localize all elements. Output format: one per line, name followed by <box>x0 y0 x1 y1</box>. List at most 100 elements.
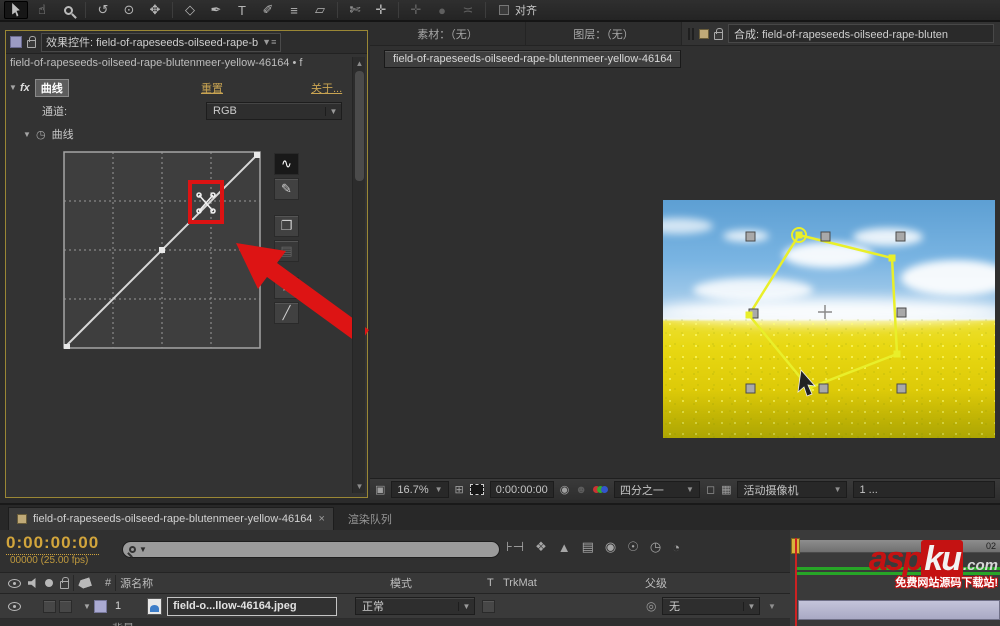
layer-row[interactable]: ▼ 1 field-o...llow-46164.jpeg 正常 ▼ ◎ 无 ▼… <box>0 594 790 619</box>
fx-badge[interactable]: fx <box>20 82 30 94</box>
puppet-pin-tool-button[interactable]: ✛ <box>369 1 393 19</box>
smooth-curve-button[interactable]: ≈ <box>274 277 299 299</box>
roto-brush-tool-button[interactable]: ✄ <box>343 1 367 19</box>
safe-zones-icon[interactable]: ⊞ <box>455 483 464 496</box>
selection-tool-button[interactable] <box>4 1 28 19</box>
effect-header-row: ▼ fx 曲线 重置 关于... <box>6 77 354 98</box>
pencil-tool-button[interactable]: ✎ <box>274 178 299 200</box>
scroll-down-icon[interactable]: ▼ <box>353 482 366 491</box>
lock-icon[interactable] <box>27 36 36 48</box>
mask-shape-tool-button[interactable]: ◇ <box>178 1 202 19</box>
close-icon[interactable]: × <box>318 513 324 525</box>
reset-line-button[interactable]: ╱ <box>274 302 299 324</box>
snapshot-camera-icon[interactable]: ◉ <box>560 483 570 496</box>
lock-icon[interactable] <box>714 27 723 40</box>
trkmat-column-label[interactable]: TrkMat <box>503 577 537 589</box>
comp-name-button[interactable]: field-of-rapeseeds-oilseed-rape-blutenme… <box>384 50 682 68</box>
twirl-down-icon[interactable]: ▼ <box>6 83 20 92</box>
curve-point-black[interactable] <box>64 344 70 349</box>
layer-duration-bar[interactable] <box>798 600 1000 620</box>
curve-draw-tool-button[interactable]: ∿ <box>274 153 299 175</box>
viewer-timecode[interactable]: 0:00:00:00 <box>489 481 554 498</box>
blend-mode-dropdown[interactable]: 正常 ▼ <box>355 597 475 615</box>
tab-footage[interactable]: 素材：（无） <box>370 22 526 45</box>
channel-dropdown[interactable]: RGB ▼ <box>206 102 342 120</box>
magnification-dropdown[interactable]: 16.7% ▼ <box>391 481 449 498</box>
brush-tool-button[interactable]: ✐ <box>256 1 280 19</box>
reset-link[interactable]: 重置 <box>201 80 223 96</box>
layer-source-name[interactable]: field-o...llow-46164.jpeg <box>167 596 338 616</box>
index-column-label: # <box>105 577 112 589</box>
type-tool-button[interactable]: T <box>230 1 254 19</box>
layer-index: 1 <box>115 600 122 612</box>
graph-editor-icon[interactable]: ◔ <box>672 540 680 555</box>
clone-stamp-tool-button[interactable]: ≡ <box>282 1 306 19</box>
layer-visibility-eye-icon[interactable] <box>8 601 21 611</box>
transparency-grid-icon[interactable]: ▦ <box>721 483 731 496</box>
trkmat-toggle[interactable] <box>482 599 495 613</box>
rotation-tool-button[interactable]: ↺ <box>91 1 115 19</box>
mask-vertices[interactable] <box>745 227 901 392</box>
mode-column-label[interactable]: 模式 <box>390 575 412 591</box>
brainstorm-icon[interactable]: ☉ <box>627 539 639 555</box>
curve-point-mid[interactable] <box>159 247 165 253</box>
eraser-tool-button[interactable]: ▱ <box>308 1 332 19</box>
current-timecode[interactable]: 0:00:00:00 <box>6 533 100 555</box>
workspace-icon-c: ≍ <box>462 2 474 17</box>
audio-toggle[interactable] <box>43 599 56 613</box>
comp-flowchart-icon[interactable]: ⊦⊣ <box>506 539 524 555</box>
rapeseed-field-image[interactable] <box>663 200 995 438</box>
stopwatch-icon[interactable]: ◷ <box>36 128 46 141</box>
pen-tool-button[interactable]: ✒ <box>204 1 228 19</box>
current-time-indicator-line[interactable] <box>795 538 797 626</box>
layer-twirl-icon[interactable]: ▼ <box>80 602 94 611</box>
align-checkbox[interactable] <box>499 5 509 15</box>
camera-view-dropdown[interactable]: 活动摄像机 ▼ <box>737 481 848 498</box>
region-of-interest-icon[interactable] <box>469 484 484 495</box>
view-layout-dropdown[interactable]: 1 ... <box>853 481 995 498</box>
curve-point-white[interactable] <box>254 152 260 158</box>
zoom-tool-button[interactable] <box>56 1 80 19</box>
auto-keyframe-icon[interactable]: ◷ <box>650 539 661 555</box>
effect-controls-tab[interactable]: 效果控件: field-of-rapeseeds-oilseed-rape-b … <box>41 32 282 52</box>
resolution-widget-icon[interactable]: ▣ <box>375 483 385 496</box>
live-update-icon[interactable]: ❖ <box>535 539 547 555</box>
curves-graph[interactable] <box>63 151 261 349</box>
target-region-icon[interactable]: ◻ <box>706 483 715 496</box>
motion-blur-icon[interactable]: ◉ <box>605 539 616 555</box>
timeline-comp-tab[interactable]: field-of-rapeseeds-oilseed-rape-blutenme… <box>8 507 334 530</box>
parent-column-label[interactable]: 父级 <box>645 575 667 591</box>
parent-pickwhip-icon[interactable]: ◎ <box>646 599 656 613</box>
tab-layer[interactable]: 图层：（无） <box>526 22 682 45</box>
timeline-search-input[interactable]: ▼ <box>122 541 500 558</box>
scroll-up-icon[interactable]: ▲ <box>353 59 366 68</box>
tab-composition[interactable]: 合成: field-of-rapeseeds-oilseed-rape-blut… <box>728 24 994 43</box>
show-channel-icon[interactable] <box>592 486 608 493</box>
parent-dropdown[interactable]: 无 ▼ <box>662 597 760 615</box>
chevron-down-icon[interactable]: ▼ <box>768 602 776 611</box>
twirl-down-icon[interactable]: ▼ <box>20 130 34 139</box>
resolution-dropdown[interactable]: 四分之一 ▼ <box>613 481 700 498</box>
source-name-column-label[interactable]: 源名称 <box>120 575 153 591</box>
t-column-label[interactable]: T <box>487 577 494 589</box>
effect-name[interactable]: 曲线 <box>34 78 69 97</box>
composition-stage[interactable] <box>370 70 1000 478</box>
open-curve-button[interactable]: ❐ <box>274 215 299 237</box>
panel-grip-icon[interactable] <box>688 27 694 40</box>
solo-toggle[interactable] <box>59 599 72 613</box>
frame-blend-icon[interactable]: ▤ <box>582 539 594 555</box>
panel-menu-icon[interactable]: ▼≡ <box>262 37 276 47</box>
show-snapshot-icon[interactable]: ☻ <box>575 484 587 496</box>
save-curve-button[interactable]: ▤ <box>274 240 299 262</box>
camera-tool-button[interactable]: ⊙ <box>117 1 141 19</box>
scrollbar-thumb[interactable] <box>355 71 364 181</box>
about-link[interactable]: 关于... <box>311 80 342 96</box>
draft-3d-icon[interactable]: ▲ <box>558 540 571 555</box>
pan-behind-tool-button[interactable]: ✥ <box>143 1 167 19</box>
anchor-point-icon <box>818 305 832 319</box>
render-queue-tab[interactable]: 渲染队列 <box>334 507 406 530</box>
hand-tool-button[interactable]: ☝ <box>30 1 54 19</box>
layer-label-swatch[interactable] <box>94 599 107 613</box>
timeline-track-area[interactable]: 02 aspku .com 免费网站源码下载站! <box>790 530 1000 626</box>
effect-panel-scrollbar[interactable]: ▲ ▼ <box>352 57 365 493</box>
